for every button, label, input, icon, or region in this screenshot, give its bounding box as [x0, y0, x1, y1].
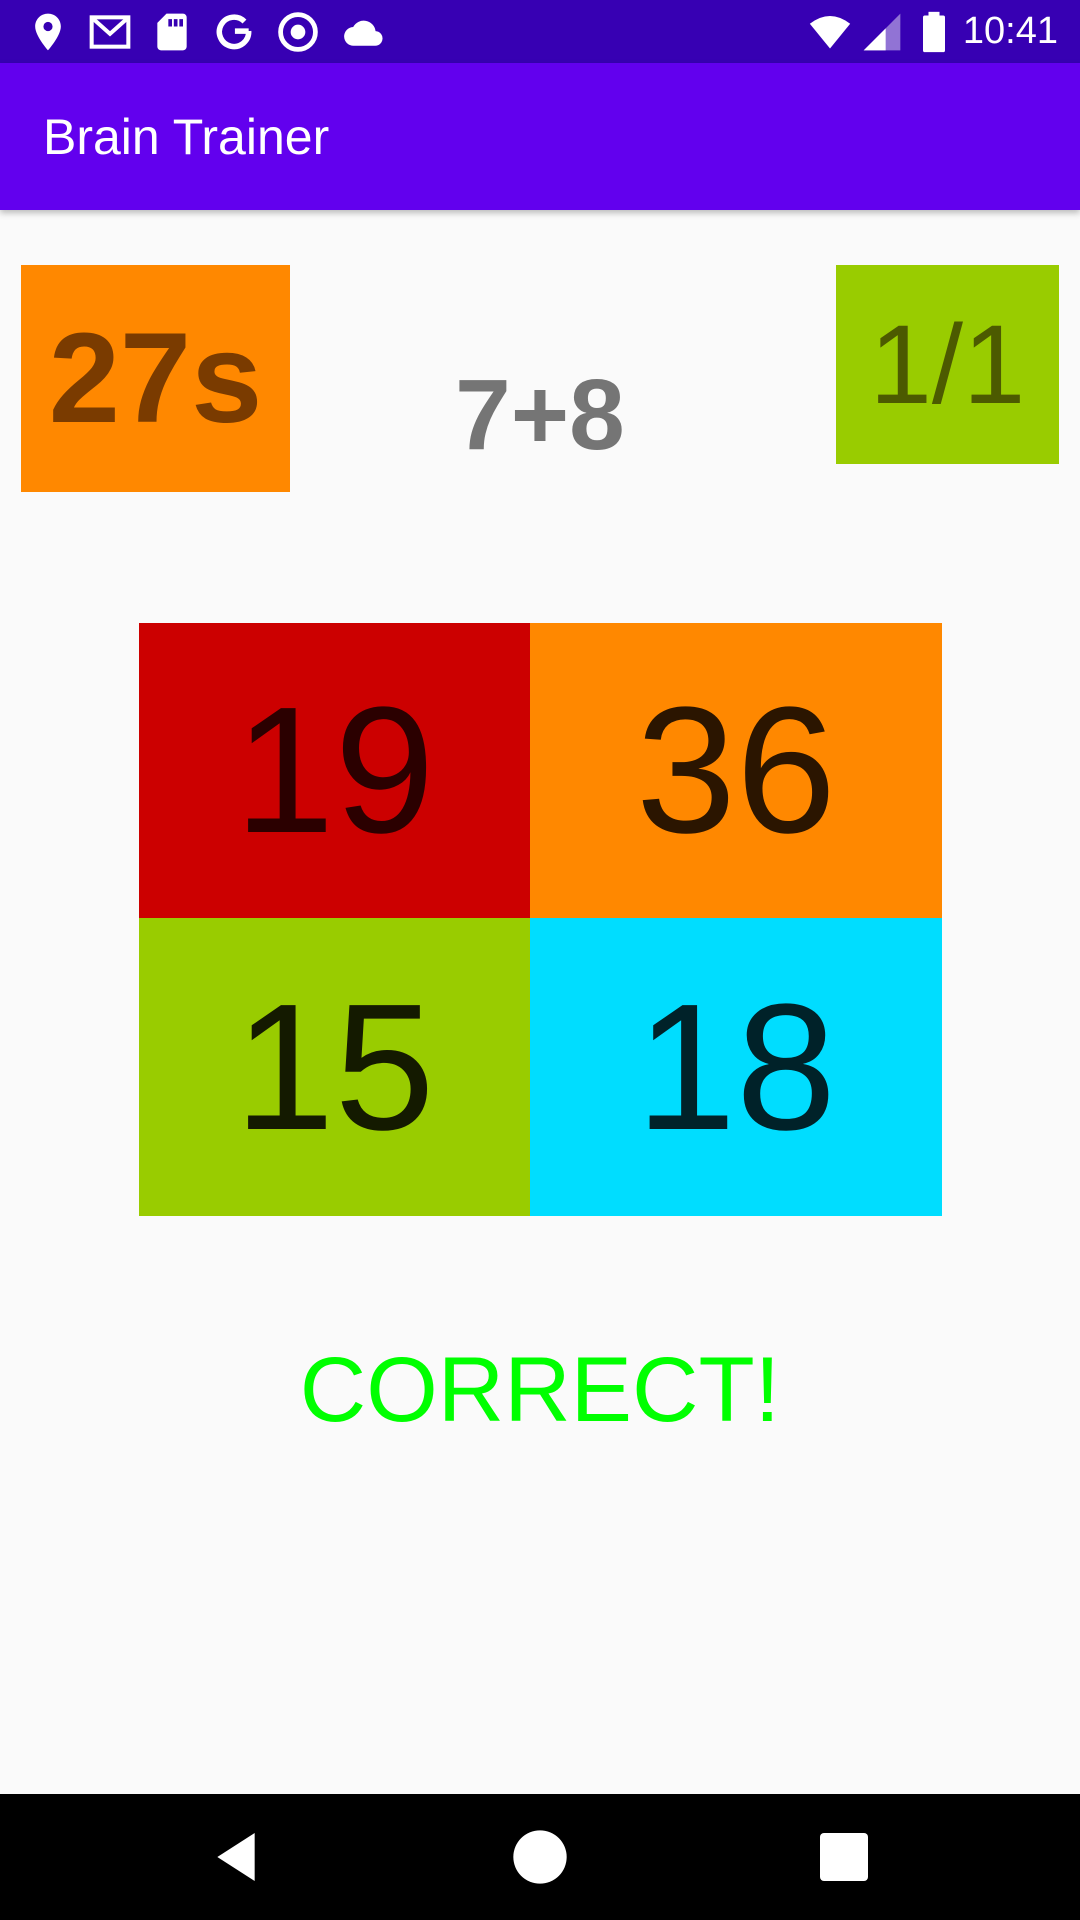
app-title: Brain Trainer	[43, 109, 330, 165]
location-icon	[35, 13, 61, 51]
circle-icon	[278, 12, 318, 52]
back-icon[interactable]	[204, 1825, 268, 1889]
google-icon	[216, 14, 252, 50]
score-display: 1/1	[836, 265, 1059, 464]
status-time: 10:41	[962, 10, 1058, 52]
answer-button-1[interactable]: 19	[139, 623, 530, 918]
navigation-bar	[0, 1794, 1080, 1920]
answer-button-2[interactable]: 36	[530, 623, 942, 918]
signal-icon	[863, 13, 901, 51]
answer-button-4[interactable]: 18	[530, 918, 942, 1216]
answer-grid: 19 36 15 18	[139, 623, 942, 1216]
result-text: CORRECT!	[299, 1339, 781, 1441]
recents-icon[interactable]	[812, 1825, 876, 1889]
gmail-icon	[89, 15, 131, 49]
wifi-icon	[809, 15, 851, 49]
cloud-icon	[344, 20, 383, 46]
status-bar: 10:41	[0, 0, 1080, 63]
answer-button-3[interactable]: 15	[139, 918, 530, 1216]
sd-card-icon	[157, 13, 187, 51]
home-icon[interactable]	[508, 1825, 572, 1889]
timer-display: 27s	[21, 265, 290, 492]
question-text: 7+8	[455, 359, 625, 471]
battery-icon	[923, 11, 945, 53]
app-bar: Brain Trainer	[0, 63, 1080, 210]
